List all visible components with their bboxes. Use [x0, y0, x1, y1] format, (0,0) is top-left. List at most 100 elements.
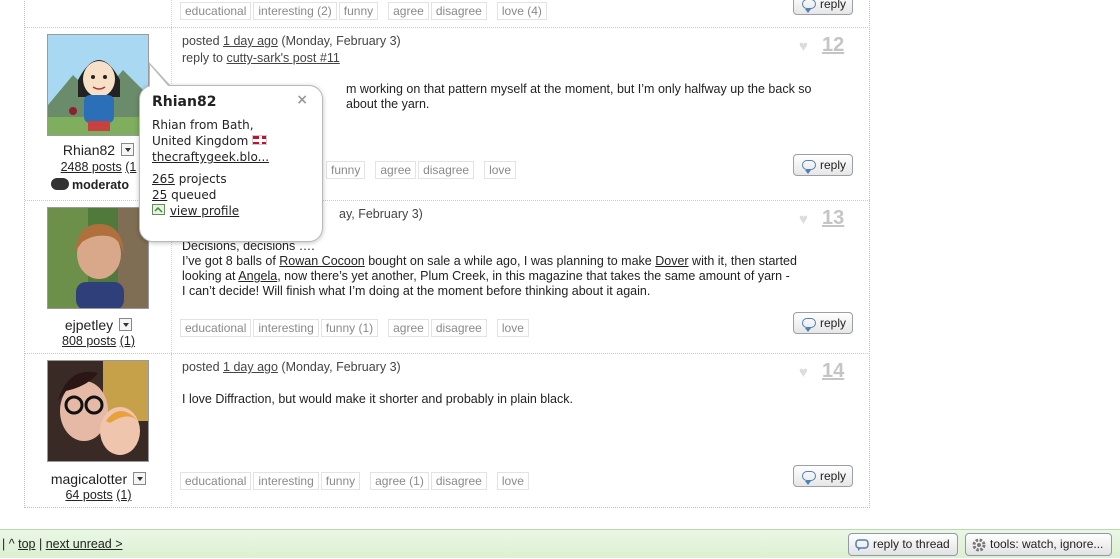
user-column: [25, 0, 172, 27]
reply-bubble-icon: [855, 538, 869, 559]
avatar[interactable]: [47, 34, 149, 136]
vote-interesting[interactable]: interesting (2): [253, 2, 337, 20]
reply-bubble-icon: [802, 160, 816, 174]
vote-bar: educational interesting funny (1) agree disa…: [180, 319, 531, 337]
vote-funny[interactable]: funny (1): [320, 319, 379, 337]
reply-to-label: reply to: [182, 51, 223, 65]
post-meta: posted 1 day ago (Monday, February 3): [182, 34, 401, 48]
vote-love[interactable]: love (4): [496, 2, 547, 20]
post-time-link[interactable]: 1 day ago: [223, 34, 278, 48]
unread-count-link[interactable]: (1): [120, 334, 135, 348]
vote-bar: funny agree disagree love: [326, 161, 518, 179]
heart-icon[interactable]: ♥: [799, 211, 808, 228]
heart-icon[interactable]: ♥: [799, 38, 808, 55]
vote-funny[interactable]: funny: [320, 472, 361, 490]
avatar-photo: [48, 361, 148, 461]
dropdown-icon[interactable]: [121, 143, 135, 156]
body-line: I’ve got 8 balls of Rowan Cocoon bought …: [182, 254, 858, 269]
bottom-nav: | ^ top | next unread >: [2, 537, 123, 551]
posts-link[interactable]: 808 posts: [62, 334, 116, 348]
vote-funny[interactable]: funny: [326, 161, 366, 179]
vote-disagree[interactable]: disagree: [418, 161, 475, 179]
sheep-icon: [51, 178, 69, 190]
user-profile-popup: Rhian82 × Rhian from Bath, United Kingdo…: [139, 62, 323, 242]
avatar[interactable]: [47, 207, 149, 309]
vote-disagree[interactable]: disagree: [430, 2, 487, 20]
username[interactable]: ejpetley: [25, 317, 172, 333]
popup-location-line2: United Kingdom: [152, 133, 310, 149]
post-body: I love Diffraction, but would make it sh…: [182, 392, 573, 406]
caret-icon: ^: [8, 537, 15, 551]
vote-disagree[interactable]: disagree: [430, 472, 487, 490]
vote-funny[interactable]: funny: [338, 2, 379, 20]
pattern-link[interactable]: Angela: [238, 269, 277, 283]
post-date: ay, February 3): [339, 207, 423, 221]
reply-bubble-icon: [802, 0, 816, 13]
dropdown-icon[interactable]: [133, 472, 147, 485]
post-stats: 808 posts (1): [25, 334, 172, 348]
next-unread-link[interactable]: next unread >: [46, 537, 123, 551]
reply-button[interactable]: reply: [793, 465, 853, 487]
username-link[interactable]: Rhian82: [63, 142, 115, 158]
post-date: (Monday, February 3): [281, 360, 401, 374]
vote-agree[interactable]: agree: [375, 161, 417, 179]
tools-button[interactable]: tools: watch, ignore...: [965, 533, 1112, 556]
moderator-badge: moderato: [51, 178, 129, 192]
vote-love[interactable]: love: [484, 161, 517, 179]
posts-link[interactable]: 64 posts: [65, 488, 112, 502]
reply-to-thread-button[interactable]: reply to thread: [848, 533, 958, 556]
vote-agree[interactable]: agree (1): [370, 472, 429, 490]
post-stats: 64 posts (1): [25, 488, 172, 502]
vote-interesting[interactable]: interesting: [253, 319, 319, 337]
avatar-illustration: [48, 35, 148, 135]
posts-link[interactable]: 2488 posts: [61, 160, 122, 174]
body-text: , now there’s yet another, Plum Creek, i…: [277, 269, 790, 283]
reply-button[interactable]: reply: [793, 0, 853, 15]
view-profile-link[interactable]: view profile: [170, 204, 239, 218]
posted-label: posted: [182, 34, 220, 48]
reply-button[interactable]: reply: [793, 154, 853, 176]
vote-love[interactable]: love: [496, 319, 529, 337]
popup-queued: 25 queued: [152, 187, 310, 203]
vote-agree[interactable]: agree: [388, 2, 429, 20]
pattern-link[interactable]: Rowan Cocoon: [279, 254, 364, 268]
popup-username: Rhian82: [152, 94, 217, 110]
profile-icon: [152, 204, 165, 215]
popup-country: United Kingdom: [152, 134, 249, 148]
projects-count-link[interactable]: 265: [152, 172, 175, 186]
popup-view-profile[interactable]: view profile: [152, 203, 310, 219]
reply-to-link[interactable]: cutty-sark's post #11: [226, 51, 339, 65]
post-number[interactable]: 14: [822, 360, 844, 383]
vote-disagree[interactable]: disagree: [430, 319, 487, 337]
pattern-link[interactable]: Dover: [655, 254, 688, 268]
gear-icon: [972, 538, 986, 559]
dropdown-icon[interactable]: [119, 318, 133, 331]
username[interactable]: magicalotter: [25, 471, 172, 487]
post-number[interactable]: 13: [822, 207, 844, 230]
vote-educational[interactable]: educational: [180, 2, 252, 20]
projects-label: projects: [178, 172, 227, 186]
body-line: I can’t decide! Will finish what I’m doi…: [182, 284, 651, 298]
post-number[interactable]: 12: [822, 34, 844, 57]
reply-button[interactable]: reply: [793, 312, 853, 334]
body-text: I’ve got 8 balls of: [182, 254, 280, 268]
website-link[interactable]: thecraftygeek.blo...: [152, 150, 269, 164]
unread-count-link[interactable]: (1): [116, 488, 131, 502]
heart-icon[interactable]: ♥: [799, 364, 808, 381]
vote-educational[interactable]: educational: [180, 319, 252, 337]
unread-count-link[interactable]: (1: [125, 160, 136, 174]
close-icon[interactable]: ×: [296, 92, 308, 108]
vote-interesting[interactable]: interesting: [253, 472, 319, 490]
body-line: looking at Angela, now there’s yet anoth…: [182, 269, 858, 284]
top-link[interactable]: top: [18, 537, 35, 551]
queued-count-link[interactable]: 25: [152, 188, 167, 202]
avatar-photo: [48, 208, 148, 308]
username-link[interactable]: magicalotter: [51, 471, 127, 487]
vote-educational[interactable]: educational: [180, 472, 252, 490]
username-link[interactable]: ejpetley: [65, 317, 113, 333]
post-time-link[interactable]: 1 day ago: [223, 360, 278, 374]
vote-agree[interactable]: agree: [388, 319, 429, 337]
vote-love[interactable]: love: [496, 472, 529, 490]
body-text: bought on sale a while ago, I was planni…: [364, 254, 656, 268]
avatar[interactable]: [47, 360, 149, 462]
